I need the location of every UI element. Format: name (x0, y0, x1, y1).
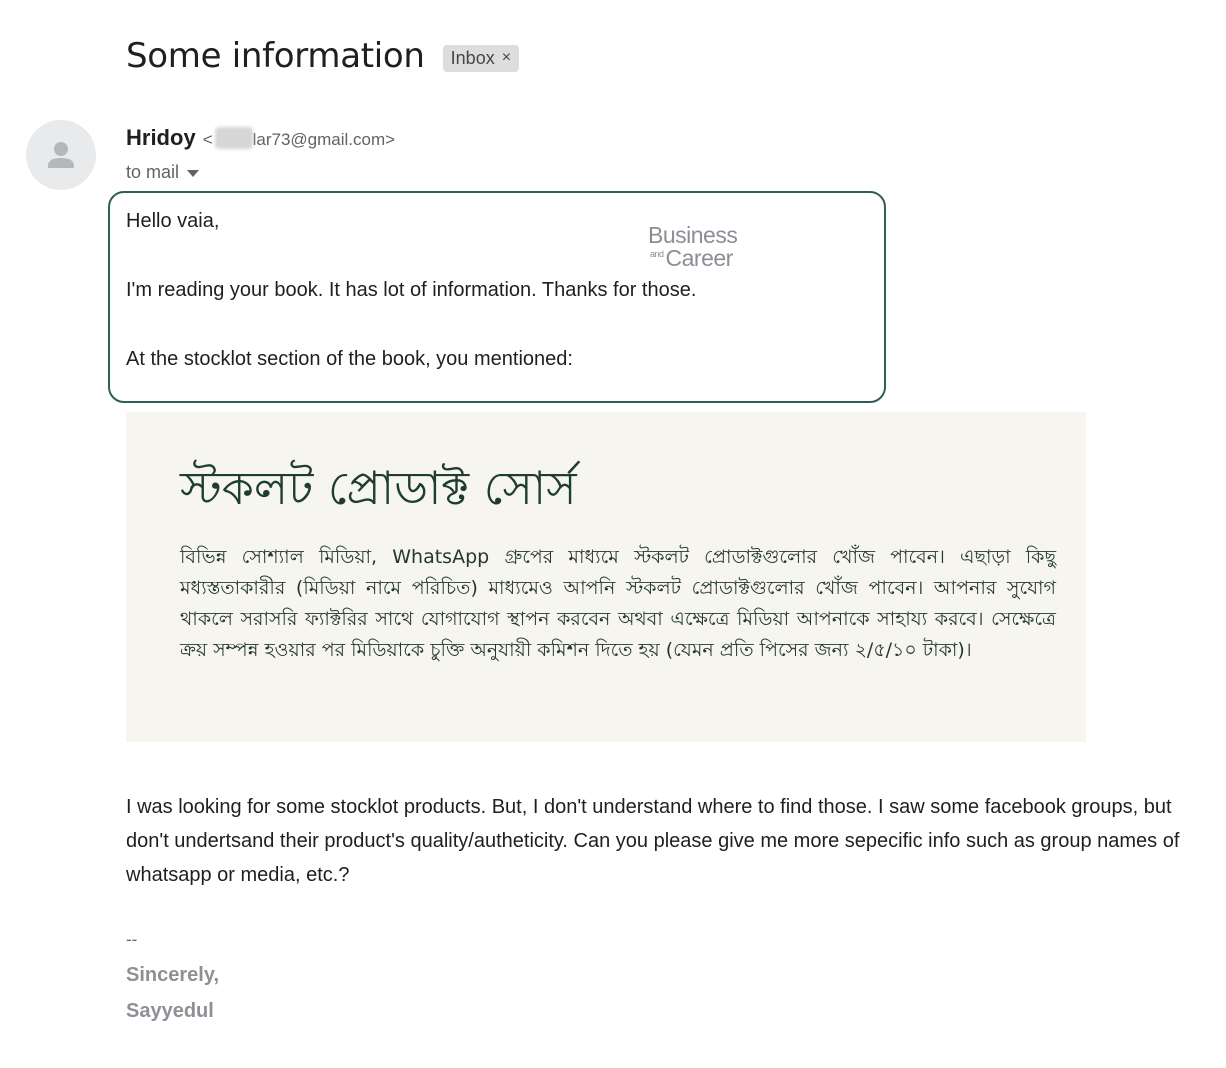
body-line-1: I'm reading your book. It has lot of inf… (126, 279, 697, 301)
close-icon[interactable]: × (502, 49, 511, 67)
watermark-logo: Business and Career (648, 224, 748, 270)
subject-row: Some information Inbox × (126, 36, 520, 76)
signature-closing: Sincerely, (126, 964, 220, 986)
watermark-and: and (650, 249, 664, 259)
sender-email: < lar73@gmail.com> (203, 123, 395, 150)
sender-email-open: < (202, 130, 213, 149)
recipient-text: to mail (126, 162, 180, 182)
watermark-line2-wrap: and Career (648, 247, 748, 270)
inbox-label-text: Inbox (450, 47, 495, 68)
caret-down-icon[interactable] (187, 170, 200, 177)
watermark-line1: Business (648, 222, 738, 248)
inbox-label-chip[interactable]: Inbox × (442, 44, 520, 72)
signature-dash: -- (126, 930, 138, 949)
book-excerpt-paragraph: বিভিন্ন সোশ্যাল মিডিয়া, WhatsApp গ্রুপে… (180, 546, 1056, 661)
sender-name[interactable]: Hridoy (126, 125, 196, 151)
signature-name: Sayyedul (126, 1000, 214, 1022)
sender-row: Hridoy < lar73@gmail.com> (126, 123, 395, 151)
sender-email-text: lar73@gmail.com> (252, 130, 396, 149)
email-subject: Some information (126, 36, 425, 76)
person-icon (48, 142, 74, 168)
question-paragraph: I was looking for some stocklot products… (126, 796, 1180, 886)
book-excerpt-image: স্টকলট প্রোডাক্ট সোর্স বিভিন্ন সোশ্যাল ম… (126, 412, 1086, 742)
book-excerpt-title: স্টকলট প্রোডাক্ট সোর্স (180, 461, 577, 515)
greeting-line: Hello vaia, (126, 210, 220, 232)
redacted-block (214, 127, 253, 149)
recipient-row[interactable]: to mail (126, 162, 200, 183)
email-view: Some information Inbox × Hridoy < lar73@… (0, 0, 1226, 1068)
watermark-line2: Career (665, 245, 734, 271)
body-line-2: At the stocklot section of the book, you… (126, 348, 573, 370)
sender-avatar[interactable] (26, 120, 96, 190)
